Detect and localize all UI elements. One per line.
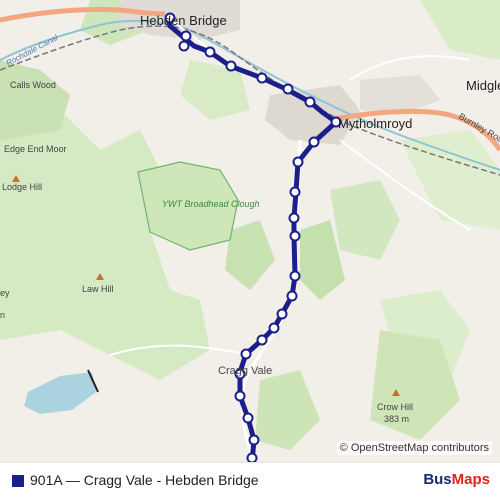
place-label-edge-end-moor: Edge End Moor [4, 144, 67, 154]
place-label-hebden-bridge: Hebden Bridge [140, 13, 227, 28]
place-label-lodge-hill: Lodge Hill [2, 182, 42, 192]
map-canvas[interactable]: Hebden Bridge Mytholmroyd Midgle Cragg V… [0, 0, 500, 462]
bus-stop[interactable] [242, 412, 254, 424]
place-label-ywt-broadhead-clough: YWT Broadhead Clough [162, 199, 260, 209]
map-attribution[interactable]: © OpenStreetMap contributors [336, 441, 492, 455]
bus-stop[interactable] [178, 40, 190, 52]
bus-stop[interactable] [292, 156, 304, 168]
bus-stop[interactable] [204, 46, 216, 58]
place-label-crow-hill: Crow Hill [377, 402, 413, 412]
bus-stop[interactable] [308, 136, 320, 148]
bus-stop[interactable] [304, 96, 316, 108]
place-label-partial: n [0, 310, 5, 320]
place-label-midgley: Midgle [466, 78, 500, 93]
bus-stop[interactable] [282, 83, 294, 95]
bus-stop[interactable] [288, 212, 300, 224]
bus-stop[interactable] [240, 348, 252, 360]
place-label-calls-wood: Calls Wood [10, 80, 56, 90]
bus-stop[interactable] [180, 30, 192, 42]
bus-stop[interactable] [289, 270, 301, 282]
route-color-swatch [12, 475, 24, 487]
bus-stop[interactable] [234, 390, 246, 402]
place-label-mytholmroyd: Mytholmroyd [338, 116, 412, 131]
bus-stop[interactable] [289, 230, 301, 242]
bus-stop[interactable] [286, 290, 298, 302]
bus-stop[interactable] [225, 60, 237, 72]
busmaps-logo[interactable]: BusMaps [423, 471, 490, 488]
place-label-law-hill: Law Hill [82, 284, 114, 294]
bus-stop[interactable] [256, 334, 268, 346]
map-svg: Hebden Bridge Mytholmroyd Midgle Cragg V… [0, 0, 500, 462]
place-label-crow-hill-elevation: 383 m [384, 414, 409, 424]
brand-part-1: Bus [423, 471, 452, 488]
bus-stop[interactable] [289, 186, 301, 198]
bus-stop[interactable] [256, 72, 268, 84]
legend-footer: 901A — Cragg Vale - Hebden Bridge BusMap… [0, 462, 500, 500]
bus-stop[interactable] [276, 308, 288, 320]
bus-stop[interactable] [268, 322, 280, 334]
route-legend-label: 901A — Cragg Vale - Hebden Bridge [30, 472, 259, 488]
brand-part-2: Maps [451, 471, 490, 488]
place-label-partial: ey [0, 288, 10, 298]
bus-stop[interactable] [248, 434, 260, 446]
bus-stop[interactable] [246, 452, 258, 463]
place-label-cragg-vale: Cragg Vale [218, 365, 272, 377]
